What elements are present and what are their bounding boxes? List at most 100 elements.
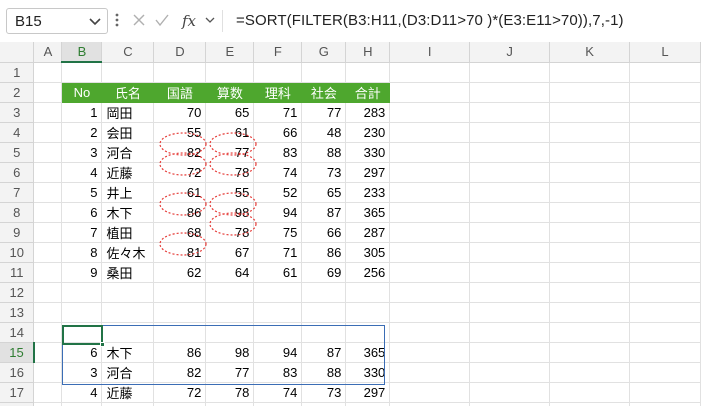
column-header-e[interactable]: E (205, 42, 255, 63)
cell-name[interactable]: 木下 (101, 202, 155, 223)
result-cell-score[interactable]: 72 (153, 382, 207, 403)
cell[interactable] (549, 202, 630, 223)
cell[interactable] (101, 402, 155, 406)
result-cell-score[interactable]: 87 (301, 342, 347, 363)
cell[interactable] (629, 302, 701, 323)
cell[interactable] (389, 222, 471, 243)
cell[interactable] (549, 322, 630, 343)
cell[interactable] (389, 242, 471, 263)
cell[interactable] (469, 302, 551, 323)
cell-score[interactable]: 62 (153, 262, 207, 283)
cell-score[interactable]: 72 (153, 162, 207, 183)
header-cell-japanese[interactable]: 国語 (153, 82, 207, 103)
header-cell-total[interactable]: 合計 (345, 82, 391, 103)
cell[interactable] (205, 302, 255, 323)
cell-name[interactable]: 植田 (101, 222, 155, 243)
result-cell-no[interactable]: 6 (61, 342, 103, 363)
cell[interactable] (549, 82, 630, 103)
cell-name[interactable]: 佐々木 (101, 242, 155, 263)
cell-score[interactable]: 61 (205, 122, 255, 143)
column-header-i[interactable]: I (389, 42, 471, 63)
cell-no[interactable]: 1 (61, 102, 103, 123)
cell[interactable] (629, 142, 701, 163)
cell-name[interactable]: 岡田 (101, 102, 155, 123)
cell-total[interactable]: 283 (345, 102, 391, 123)
cell[interactable] (61, 322, 103, 343)
enter-check-icon[interactable] (154, 13, 170, 27)
cell[interactable] (345, 302, 391, 323)
cell-name[interactable]: 桑田 (101, 262, 155, 283)
select-all-corner[interactable] (0, 42, 35, 63)
cell[interactable] (153, 402, 207, 406)
cell-score[interactable]: 86 (301, 242, 347, 263)
result-cell-score[interactable]: 86 (153, 342, 207, 363)
cell-no[interactable]: 2 (61, 122, 103, 143)
cell-score[interactable]: 64 (205, 262, 255, 283)
name-box[interactable]: B15 (6, 8, 108, 34)
cell[interactable] (629, 282, 701, 303)
cell-total[interactable]: 297 (345, 162, 391, 183)
row-header[interactable]: 18 (0, 402, 35, 406)
cell[interactable] (389, 122, 471, 143)
cell[interactable] (629, 342, 701, 363)
cell[interactable] (253, 282, 303, 303)
cell[interactable] (629, 202, 701, 223)
cell[interactable] (469, 382, 551, 403)
cell[interactable] (469, 122, 551, 143)
cell-total[interactable]: 287 (345, 222, 391, 243)
cancel-icon[interactable] (132, 13, 146, 27)
cell[interactable] (549, 162, 630, 183)
cell[interactable] (33, 402, 63, 406)
cell-score[interactable]: 77 (301, 102, 347, 123)
row-header[interactable]: 3 (0, 102, 35, 123)
column-header-c[interactable]: C (101, 42, 155, 63)
cell[interactable] (549, 262, 630, 283)
column-header-a[interactable]: A (33, 42, 63, 63)
cell-score[interactable]: 69 (301, 262, 347, 283)
cell[interactable] (549, 62, 630, 83)
header-cell-name[interactable]: 氏名 (101, 82, 155, 103)
cell-score[interactable]: 67 (205, 242, 255, 263)
cell[interactable] (253, 322, 303, 343)
cell[interactable] (389, 342, 471, 363)
result-cell-score[interactable]: 78 (205, 382, 255, 403)
cell[interactable] (345, 282, 391, 303)
cell[interactable] (33, 322, 63, 343)
cell[interactable] (153, 302, 207, 323)
cell[interactable] (389, 362, 471, 383)
cell[interactable] (549, 402, 630, 406)
cell-score[interactable]: 65 (205, 102, 255, 123)
cell-name[interactable]: 会田 (101, 122, 155, 143)
column-header-b[interactable]: B (61, 42, 103, 63)
result-cell-score[interactable]: 88 (301, 362, 347, 383)
cell[interactable] (33, 142, 63, 163)
result-cell-score[interactable]: 94 (253, 342, 303, 363)
cell[interactable] (389, 282, 471, 303)
column-header-g[interactable]: G (301, 42, 347, 63)
column-header-j[interactable]: J (469, 42, 551, 63)
cell-score[interactable]: 52 (253, 182, 303, 203)
cell[interactable] (629, 162, 701, 183)
cell[interactable] (549, 342, 630, 363)
row-header[interactable]: 4 (0, 122, 35, 143)
chevron-down-icon[interactable] (204, 14, 216, 26)
column-header-l[interactable]: L (629, 42, 701, 63)
column-header-h[interactable]: H (345, 42, 391, 63)
result-cell-total[interactable]: 365 (345, 342, 391, 363)
cell[interactable] (153, 62, 207, 83)
header-cell-math[interactable]: 算数 (205, 82, 255, 103)
cell[interactable] (549, 242, 630, 263)
result-cell-score[interactable]: 73 (301, 382, 347, 403)
cell[interactable] (301, 402, 347, 406)
cell-no[interactable]: 9 (61, 262, 103, 283)
cell[interactable] (549, 282, 630, 303)
cell[interactable] (33, 182, 63, 203)
cell-total[interactable]: 330 (345, 142, 391, 163)
cell[interactable] (33, 282, 63, 303)
cell[interactable] (301, 62, 347, 83)
row-header[interactable]: 14 (0, 322, 35, 343)
result-cell-no[interactable]: 4 (61, 382, 103, 403)
result-cell-score[interactable]: 83 (253, 362, 303, 383)
cell[interactable] (629, 122, 701, 143)
result-cell-no[interactable]: 3 (61, 362, 103, 383)
